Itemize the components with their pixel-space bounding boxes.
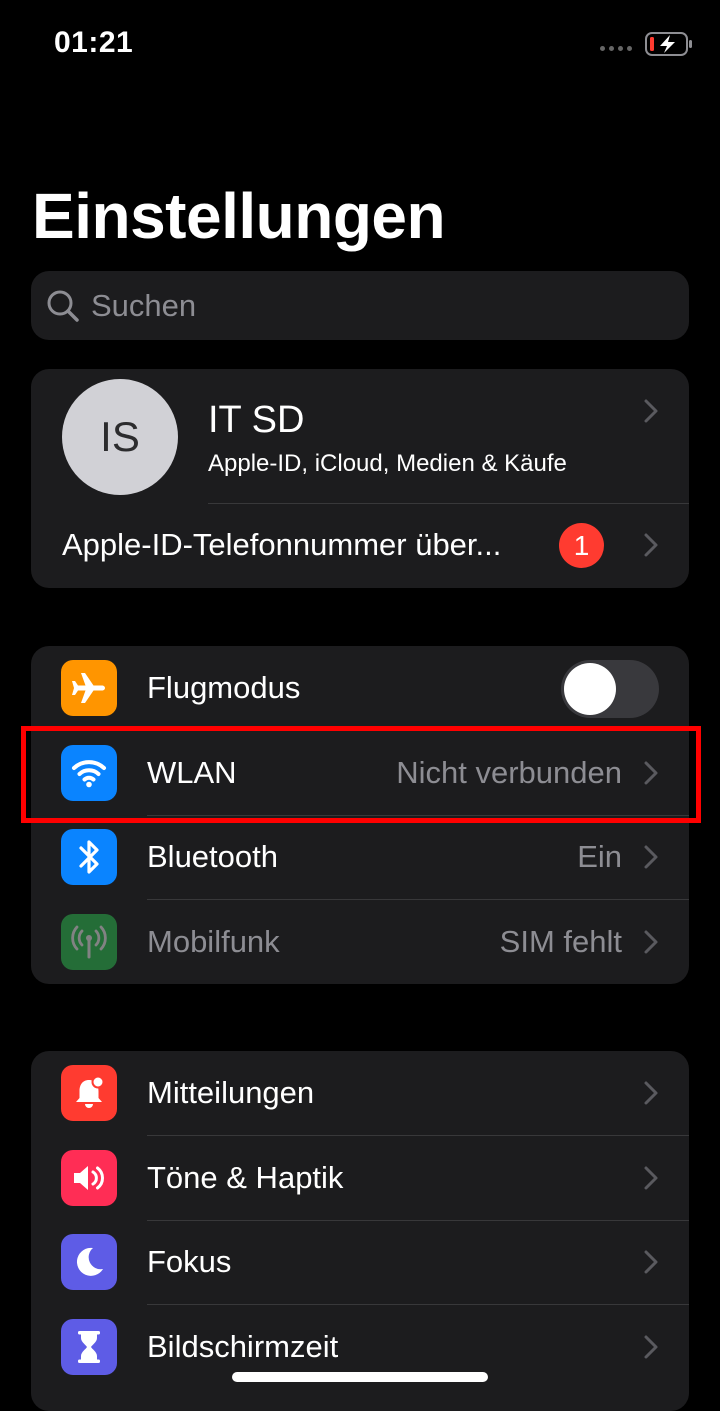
search-icon bbox=[47, 290, 79, 322]
chevron-right-icon bbox=[644, 845, 658, 869]
row-label: Mitteilungen bbox=[147, 1075, 315, 1110]
page-title: Einstellungen bbox=[32, 180, 446, 252]
speaker-icon bbox=[61, 1149, 117, 1206]
search-bar[interactable] bbox=[31, 271, 689, 340]
chevron-right-icon bbox=[644, 930, 658, 953]
row-label: Bildschirmzeit bbox=[147, 1328, 339, 1364]
signal-strength-icon bbox=[600, 46, 632, 51]
airplane-icon bbox=[61, 660, 117, 716]
row-label: Flugmodus bbox=[147, 670, 301, 705]
home-indicator[interactable] bbox=[232, 1372, 488, 1382]
settings-row-bluetooth[interactable]: Bluetooth Ein bbox=[31, 815, 689, 900]
antenna-icon bbox=[61, 913, 117, 970]
profile-subtitle: Apple-ID, iCloud, Medien & Käufe bbox=[208, 450, 567, 477]
avatar: IS bbox=[62, 379, 178, 495]
settings-row-mitteilungen[interactable]: Mitteilungen bbox=[31, 1051, 689, 1136]
phone-number-notice-label: Apple-ID-Telefonnummer über... bbox=[62, 527, 502, 562]
status-time: 01:21 bbox=[54, 26, 134, 59]
profile-name: IT SD bbox=[208, 399, 305, 441]
settings-row-fokus[interactable]: Fokus bbox=[31, 1220, 689, 1305]
apple-id-card: IS IT SD Apple-ID, iCloud, Medien & Käuf… bbox=[31, 369, 689, 588]
bluetooth-icon bbox=[61, 829, 117, 885]
hourglass-icon bbox=[61, 1318, 117, 1375]
general-card: Mitteilungen Töne & Haptik Fokus Bildsch… bbox=[31, 1051, 689, 1411]
chevron-right-icon bbox=[644, 533, 658, 557]
search-input[interactable] bbox=[89, 281, 673, 331]
status-bar: 01:21 bbox=[0, 0, 720, 90]
settings-row-flugmodus[interactable]: Flugmodus bbox=[31, 646, 689, 731]
row-label: Mobilfunk bbox=[147, 923, 280, 959]
row-value: SIM fehlt bbox=[499, 923, 622, 959]
row-label: Fokus bbox=[147, 1244, 232, 1279]
toggle-knob bbox=[564, 663, 616, 715]
row-label: Töne & Haptik bbox=[147, 1159, 344, 1195]
apple-id-profile-row[interactable]: IS IT SD Apple-ID, iCloud, Medien & Käuf… bbox=[31, 369, 689, 503]
chevron-right-icon bbox=[644, 1335, 658, 1358]
moon-icon bbox=[61, 1234, 117, 1290]
chevron-right-icon bbox=[644, 1081, 658, 1105]
notification-badge: 1 bbox=[559, 523, 604, 568]
settings-row-toene-haptik[interactable]: Töne & Haptik bbox=[31, 1136, 689, 1221]
notification-bell-icon bbox=[61, 1065, 117, 1121]
airplane-mode-toggle[interactable] bbox=[561, 660, 659, 718]
chevron-right-icon bbox=[644, 399, 658, 423]
apple-id-phone-number-row[interactable]: Apple-ID-Telefonnummer über... 1 bbox=[31, 503, 689, 587]
wlan-highlight-box bbox=[21, 726, 701, 823]
chevron-right-icon bbox=[644, 1166, 658, 1189]
row-label: Bluetooth bbox=[147, 839, 278, 874]
row-value: Ein bbox=[577, 839, 622, 874]
battery-charging-icon bbox=[645, 32, 692, 56]
settings-row-mobilfunk[interactable]: Mobilfunk SIM fehlt bbox=[31, 900, 689, 985]
chevron-right-icon bbox=[644, 1250, 658, 1274]
